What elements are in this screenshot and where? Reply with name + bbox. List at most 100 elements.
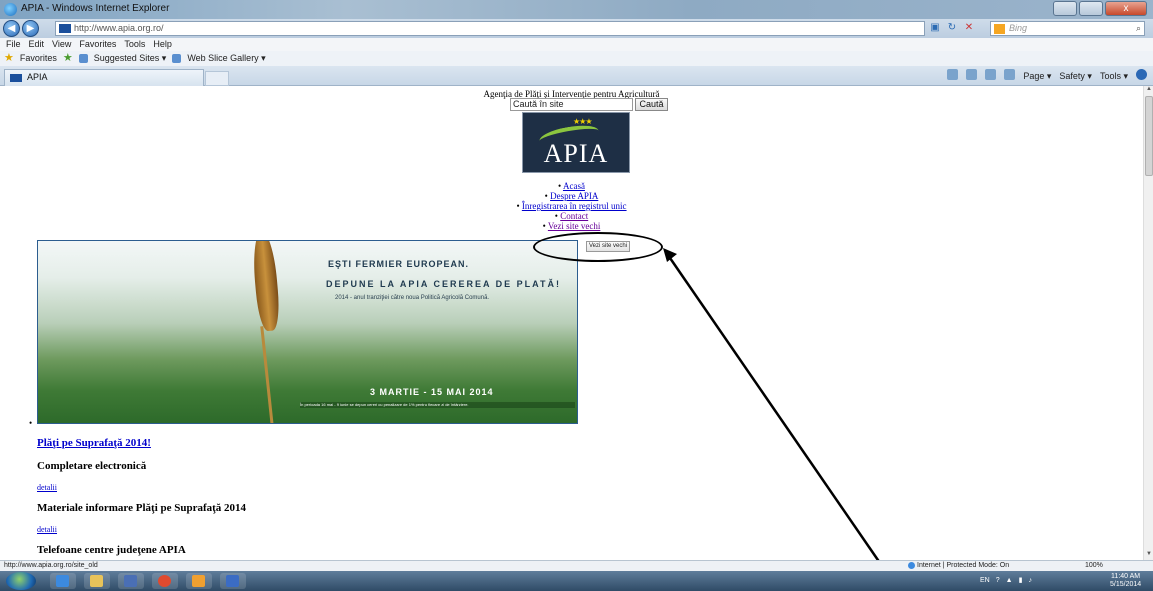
site-search-input[interactable]: Caută în site	[510, 98, 633, 111]
home-icon[interactable]	[947, 69, 959, 80]
suggested-sites-icon	[78, 54, 88, 63]
clock-date: 5/15/2014	[1110, 581, 1142, 588]
favorites-item-suggested-sites[interactable]: Suggested Sites ▾	[94, 51, 167, 66]
page-menu[interactable]: Page ▾	[1023, 69, 1051, 83]
volume-icon[interactable]: ♪	[1028, 571, 1032, 591]
wheat-stem	[260, 326, 275, 423]
address-tools: ▣ ↻ ✕	[928, 21, 976, 35]
maximize-button[interactable]	[1079, 1, 1103, 16]
feeds-icon[interactable]	[966, 69, 978, 80]
media-player-icon	[124, 575, 137, 587]
clock-time: 11:40 AM	[1111, 573, 1141, 580]
start-button[interactable]	[6, 572, 36, 590]
compatibility-view-icon[interactable]: ▣	[928, 21, 942, 35]
site-favicon-icon	[59, 24, 71, 33]
menu-file[interactable]: File	[6, 38, 21, 51]
tray-show-hidden-icon[interactable]: ▲	[1006, 571, 1013, 591]
menu-help[interactable]: Help	[153, 38, 172, 51]
nav-link-contact[interactable]: Contact	[560, 211, 588, 221]
section-telefoane: Telefoane centre judeţene APIA	[37, 544, 186, 556]
search-box[interactable]: Bing ⌕	[990, 21, 1145, 36]
address-row: ◀ ▶ http://www.apia.org.ro/ ▣ ↻ ✕ Bing ⌕	[0, 19, 1153, 38]
minimize-button[interactable]	[1053, 1, 1077, 16]
nav-link-inregistrarea[interactable]: Înregistrarea în registrul unic	[522, 201, 627, 211]
tab-favicon-icon	[10, 74, 22, 82]
add-favorite-icon[interactable]: ★	[63, 51, 73, 66]
banner-line-3: 2014 - anul tranziţiei către noua Politi…	[335, 295, 490, 301]
search-icon[interactable]: ⌕	[1136, 22, 1141, 35]
details-link-1[interactable]: detalii	[37, 483, 57, 492]
nav-item: • Acasă	[558, 181, 585, 191]
section-materiale-informare: Materiale informare Plăţi pe Suprafaţă 2…	[37, 502, 247, 514]
taskbar-ie[interactable]	[50, 573, 76, 589]
stop-icon[interactable]: ✕	[962, 21, 976, 35]
apia-logo[interactable]: ★★★ APIA	[522, 112, 630, 173]
tab-row: APIA Page ▾ Safety ▾ Tools ▾	[0, 66, 1153, 86]
nav-item: • Contact	[554, 211, 589, 221]
tools-menu[interactable]: Tools ▾	[1100, 69, 1128, 83]
menu-view[interactable]: View	[52, 38, 71, 51]
scroll-up-icon[interactable]: ▲	[1144, 86, 1153, 95]
forward-button[interactable]: ▶	[22, 20, 39, 37]
address-bar[interactable]: http://www.apia.org.ro/	[55, 21, 925, 36]
nav-link-despre-apia[interactable]: Despre APIA	[550, 191, 598, 201]
folder-icon	[90, 575, 103, 587]
tray-help-icon[interactable]: ?	[996, 571, 1000, 591]
internet-explorer-icon	[4, 3, 17, 16]
menu-favorites[interactable]: Favorites	[79, 38, 116, 51]
taskbar-word[interactable]	[220, 573, 246, 589]
favorites-bar: ★ Favorites ★ Suggested Sites ▾ Web Slic…	[0, 51, 1153, 66]
headline-link[interactable]: Plăţi pe Suprafaţă 2014!	[37, 437, 151, 449]
taskbar-app5[interactable]	[186, 573, 212, 589]
favorites-star-icon[interactable]: ★	[4, 51, 14, 66]
new-tab-button[interactable]	[205, 71, 229, 86]
network-icon[interactable]: ▮	[1019, 571, 1023, 591]
security-zone[interactable]: Internet | Protected Mode: On	[908, 561, 1009, 571]
taskbar-explorer[interactable]	[84, 573, 110, 589]
details-link-2[interactable]: detalii	[37, 525, 57, 534]
menu-bar: File Edit View Favorites Tools Help	[0, 38, 1153, 51]
banner-line-1: EŞTI FERMIER EUROPEAN.	[328, 259, 470, 269]
refresh-icon[interactable]: ↻	[945, 21, 959, 35]
nav-link-acasa[interactable]: Acasă	[563, 181, 585, 191]
safety-menu[interactable]: Safety ▾	[1059, 69, 1092, 83]
taskbar-chrome[interactable]	[152, 573, 178, 589]
command-bar: Page ▾ Safety ▾ Tools ▾	[947, 69, 1147, 83]
help-icon[interactable]	[1136, 69, 1147, 80]
print-icon[interactable]	[1004, 69, 1016, 80]
site-search-form: Caută în site Caută	[510, 98, 668, 111]
nav-item: • Înregistrarea în registrul unic	[516, 201, 627, 211]
nav-link-vezi-site-vechi[interactable]: Vezi site vechi	[548, 221, 600, 231]
wheat-head	[250, 241, 282, 332]
banner-line-2: DEPUNE LA APIA CEREREA DE PLATĂ!	[326, 279, 562, 289]
clock[interactable]: 11:40 AM 5/15/2014	[1110, 573, 1141, 589]
tab-title: APIA	[27, 72, 48, 82]
search-placeholder: Bing	[1009, 23, 1028, 33]
favorites-item-web-slice-gallery[interactable]: Web Slice Gallery ▾	[187, 51, 265, 66]
tab-apia[interactable]: APIA	[4, 69, 204, 86]
status-url: http://www.apia.org.ro/site_old	[4, 562, 98, 569]
menu-tools[interactable]: Tools	[124, 38, 145, 51]
main-nav: • Acasă • Despre APIA • Înregistrarea în…	[0, 181, 1143, 231]
scroll-thumb[interactable]	[1145, 96, 1153, 176]
close-button[interactable]: x	[1105, 1, 1147, 16]
language-indicator[interactable]: EN	[980, 571, 990, 591]
promo-banner[interactable]: EŞTI FERMIER EUROPEAN. DEPUNE LA APIA CE…	[37, 240, 578, 424]
word-icon	[226, 575, 239, 587]
scroll-down-icon[interactable]: ▼	[1144, 551, 1153, 560]
page-viewport: Agenţia de Plăţi şi Intervenţie pentru A…	[0, 86, 1143, 560]
window-title-bar: APIA - Windows Internet Explorer x	[0, 0, 1153, 19]
back-button[interactable]: ◀	[3, 20, 20, 37]
zoom-level[interactable]: 100%	[1085, 561, 1103, 571]
taskbar-media[interactable]	[118, 573, 144, 589]
section-completare-electronica: Completare electronică	[37, 460, 147, 472]
status-bar: http://www.apia.org.ro/site_old Internet…	[0, 560, 1153, 571]
site-search-button[interactable]: Caută	[635, 98, 668, 111]
banner-dates: 3 MARTIE - 15 MAI 2014	[370, 387, 494, 397]
app-icon	[192, 575, 205, 587]
menu-edit[interactable]: Edit	[29, 38, 45, 51]
wheat-image	[243, 241, 283, 423]
favorites-button[interactable]: Favorites	[20, 51, 57, 66]
mail-icon[interactable]	[985, 69, 997, 80]
vertical-scrollbar[interactable]: ▲ ▼	[1143, 86, 1153, 560]
